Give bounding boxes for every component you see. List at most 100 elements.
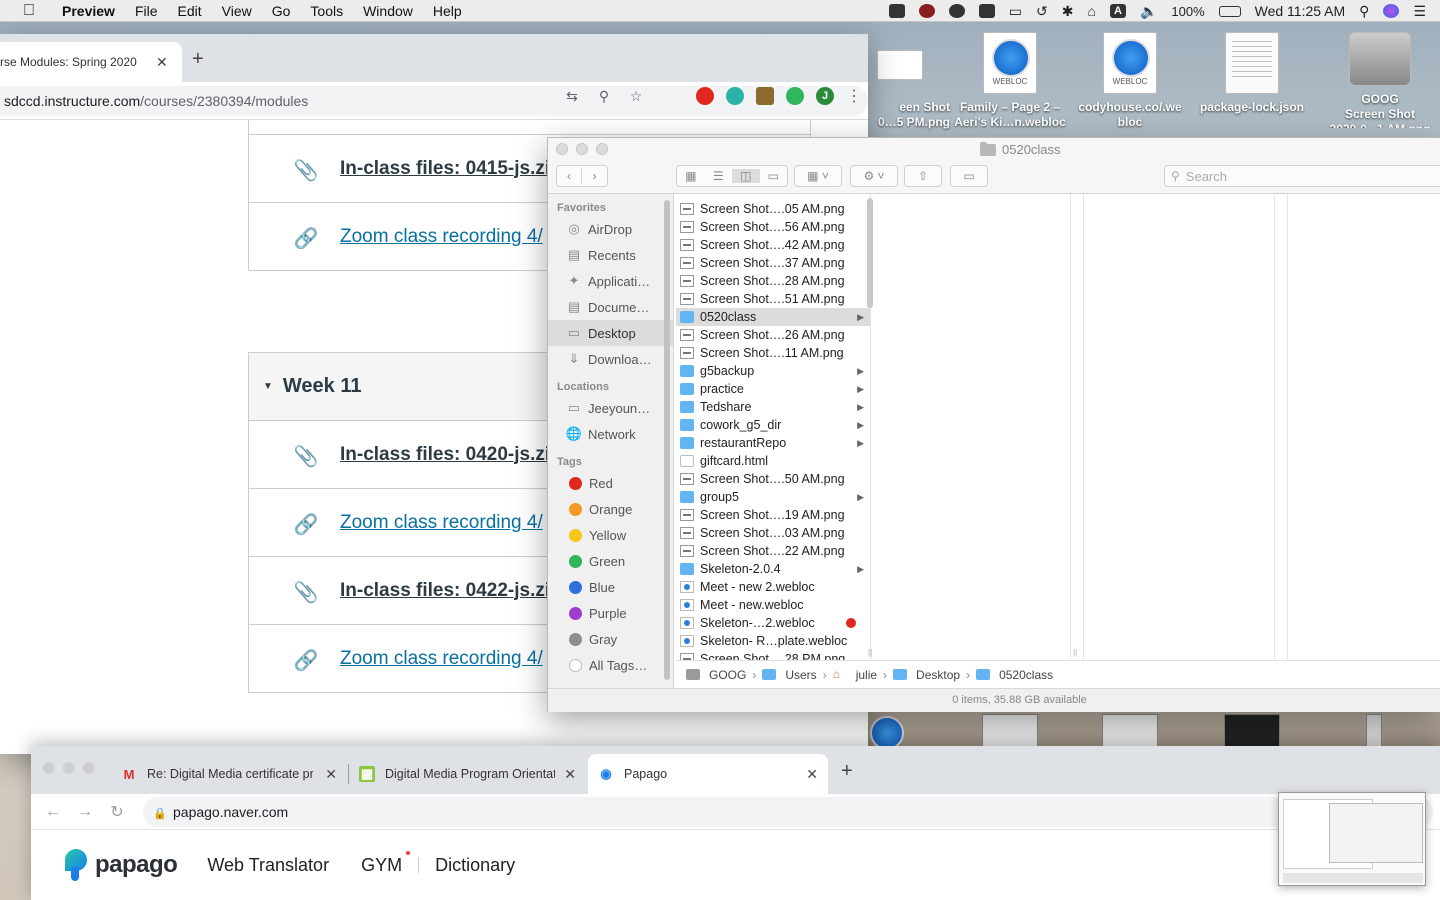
module-item-link[interactable]: In-class files: 0415-js.zip [340, 158, 562, 180]
battery-icon[interactable] [1218, 5, 1241, 17]
finder-file-row[interactable]: Screen Shot….11 AM.png [676, 344, 870, 362]
input-source-icon[interactable]: A [1109, 4, 1126, 18]
finder-folder-row[interactable]: g5backup ▶ [676, 362, 870, 380]
tab-close-icon[interactable]: ✕ [156, 54, 168, 71]
list-view-icon[interactable]: ☰ [705, 169, 733, 183]
tab-close-icon[interactable]: ✕ [806, 766, 818, 783]
module-item-link[interactable]: In-class files: 0422-js.zip [340, 580, 562, 602]
gallery-view-icon[interactable]: ▭ [760, 169, 788, 183]
extension-red-icon[interactable] [696, 87, 714, 105]
desktop-file-webloc-codyhouse[interactable]: WEBLOC codyhouse.co/.we bloc [1070, 32, 1190, 130]
finder-search-field[interactable]: ⚲ Search [1164, 165, 1440, 187]
close-window-button[interactable] [43, 762, 55, 774]
menu-window[interactable]: Window [363, 3, 413, 19]
finder-file-row[interactable]: Screen Shot….50 AM.png [676, 470, 870, 488]
sidebar-item-computer[interactable]: ▭ Jeeyoun… [548, 395, 673, 421]
column-divider[interactable] [1083, 194, 1084, 660]
column-divider[interactable] [1274, 194, 1275, 660]
finder-folder-row[interactable]: 0520class ▶ [676, 308, 870, 326]
module-item-link[interactable]: Zoom class recording 4/ [340, 512, 543, 534]
tab-course-modules[interactable]: rse Modules: Spring 2020 ✕ [0, 42, 182, 82]
finder-folder-row[interactable]: restaurantRepo ▶ [676, 434, 870, 452]
sidebar-tag-yellow[interactable]: Yellow [548, 522, 673, 548]
menu-clock[interactable]: Wed 11:25 AM [1255, 3, 1346, 19]
column-resize-grip-icon[interactable]: || [868, 648, 872, 657]
wifi-icon[interactable]: ⌂ [1087, 4, 1095, 18]
path-item[interactable]: Desktop [916, 668, 960, 682]
sidebar-all-tags[interactable]: All Tags… [548, 652, 673, 678]
safari-icon[interactable] [870, 716, 904, 748]
forward-arrow-icon[interactable]: → [69, 803, 101, 821]
module-item-link[interactable]: Zoom class recording 4/ [340, 226, 543, 248]
menu-help[interactable]: Help [433, 3, 462, 19]
reload-icon[interactable]: ↻ [101, 802, 133, 822]
sidebar-tag-red[interactable]: Red [548, 470, 673, 496]
battery-percentage[interactable]: 100% [1171, 4, 1204, 19]
translate-icon[interactable]: ⇆ [562, 86, 582, 106]
finder-folder-row[interactable]: Tedshare ▶ [676, 398, 870, 416]
nav-dictionary[interactable]: Dictionary [419, 855, 531, 876]
papago-logo[interactable]: papago [63, 849, 178, 881]
edit-tags-icon[interactable]: ▭ [950, 165, 988, 187]
sidebar-tag-orange[interactable]: Orange [548, 496, 673, 522]
screenshot-thumbnail[interactable] [982, 714, 1038, 748]
sidebar-tag-green[interactable]: Green [548, 548, 673, 574]
close-window-button[interactable] [556, 143, 568, 155]
column-scrollbar[interactable] [867, 198, 873, 308]
finder-file-row[interactable]: Screen Shot….37 AM.png [676, 254, 870, 272]
column-divider[interactable] [1287, 194, 1288, 660]
finder-file-row[interactable]: Screen Shot….19 AM.png [676, 506, 870, 524]
menu-app-name[interactable]: Preview [62, 3, 115, 19]
desktop-file-webloc-family[interactable]: WEBLOC Family – Page 2 – Aeri's Ki…n.web… [950, 32, 1070, 130]
sidebar-item-documents[interactable]: ▤ Docume… [548, 294, 673, 320]
screenshot-thumbnail[interactable] [1224, 714, 1280, 748]
screenshot-thumbnail[interactable] [1366, 714, 1382, 748]
finder-file-row[interactable]: giftcard.html [676, 452, 870, 470]
collapse-caret-icon[interactable]: ▼ [263, 381, 273, 392]
column-resize-grip-icon[interactable]: || [1073, 648, 1077, 657]
finder-folder-row[interactable]: cowork_g5_dir ▶ [676, 416, 870, 434]
sidebar-item-downloads[interactable]: ⇓ Downloa… [548, 346, 673, 372]
finder-folder-row[interactable]: Skeleton-2.0.4 ▶ [676, 560, 870, 578]
notification-center-icon[interactable]: ☰ [1413, 4, 1426, 18]
finder-file-row[interactable]: Screen Shot….26 AM.png [676, 326, 870, 344]
finder-file-row[interactable]: Meet - new.webloc [676, 596, 870, 614]
action-gear-icon[interactable]: ⚙ ˅ [850, 165, 898, 187]
siri-icon[interactable] [1383, 4, 1400, 18]
finder-file-row[interactable]: Screen Shot….05 AM.png [676, 200, 870, 218]
share-icon[interactable]: ⇧ [904, 165, 942, 187]
url-field[interactable]: 🔒 papago.naver.com [143, 797, 1433, 827]
screenshot-floating-thumbnail[interactable] [1278, 792, 1426, 886]
desktop-drive-goog[interactable]: GOOG Screen Shot 2020-0...1 AM.png [1320, 32, 1440, 128]
sidebar-item-network[interactable]: 🌐 Network [548, 421, 673, 447]
finder-file-row[interactable]: Skeleton-…2.webloc [676, 614, 870, 632]
zoom-window-button[interactable] [596, 143, 608, 155]
finder-file-row[interactable]: Screen Shot….51 AM.png [676, 290, 870, 308]
tab-close-icon[interactable]: ✕ [564, 766, 576, 783]
sidebar-tag-gray[interactable]: Gray [548, 626, 673, 652]
new-tab-button[interactable]: + [841, 760, 853, 783]
path-item[interactable]: 0520class [999, 668, 1053, 682]
sidebar-item-recents[interactable]: ▤ Recents [548, 242, 673, 268]
tab-gmail[interactable]: M Re: Digital Media certificate pr ✕ [111, 754, 347, 794]
desktop-file-package-lock[interactable]: package-lock.json [1192, 32, 1312, 115]
module-item-link[interactable]: In-class files: 0420-js.zip [340, 444, 562, 466]
minimize-window-button[interactable] [576, 143, 588, 155]
path-item[interactable]: Users [785, 668, 816, 682]
tab-papago[interactable]: ◉ Papago ✕ [588, 754, 828, 794]
zoom-icon[interactable]: ⚲ [594, 86, 614, 106]
finder-file-row[interactable]: Screen Shot….28 PM.png [676, 650, 870, 660]
tab-digital-media[interactable]: ▦ Digital Media Program Orientat ✕ [349, 754, 586, 794]
module-item-link[interactable]: Zoom class recording 4/ [340, 648, 543, 670]
airplay-icon[interactable]: ▭ [1009, 4, 1022, 18]
zoom-status-icon[interactable] [888, 4, 905, 18]
screenshot-thumbnail[interactable] [1102, 714, 1158, 748]
new-tab-button[interactable]: + [192, 48, 204, 71]
browser-menu-icon[interactable]: ⋮ [846, 86, 862, 106]
nav-web-translator[interactable]: Web Translator [207, 855, 345, 876]
nav-gym[interactable]: GYM [345, 850, 418, 876]
time-machine-icon[interactable]: ↺ [1036, 4, 1048, 18]
tab-close-icon[interactable]: ✕ [325, 766, 337, 783]
finder-file-row[interactable]: Screen Shot….03 AM.png [676, 524, 870, 542]
sidebar-tag-blue[interactable]: Blue [548, 574, 673, 600]
